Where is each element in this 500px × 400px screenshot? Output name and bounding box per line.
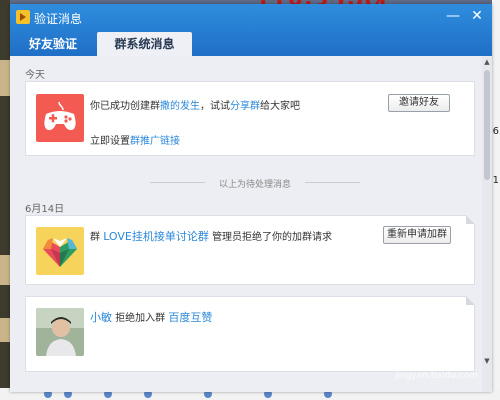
divider-label: 以上为待处理消息	[218, 180, 291, 190]
tab-friend-verification[interactable]: 好友验证	[10, 32, 96, 56]
background-side-number: 1	[492, 175, 499, 186]
watermark-logo: Baidu经验	[375, 350, 459, 369]
title-bar[interactable]: 验证消息 — ✕ 好友验证 群系统消息	[10, 4, 492, 56]
pending-divider: 以上为待处理消息	[150, 177, 360, 190]
gamepad-icon	[36, 94, 84, 142]
background-strip	[0, 60, 10, 96]
speaker-icon	[16, 10, 30, 24]
tab-bar: 好友验证 群系统消息	[10, 32, 492, 56]
declined-message-text: 小敏 拒绝加入群 百度互赞	[90, 309, 212, 325]
message-text: ，试试	[200, 101, 230, 112]
message-text: 你已成功创建群	[90, 101, 160, 112]
invite-friends-button[interactable]: 邀请好友	[388, 94, 450, 112]
created-message-text: 你已成功创建群撒的发生，试试分享群给大家吧	[90, 97, 300, 112]
group-link[interactable]: 撒的发生	[160, 101, 200, 112]
window-title: 验证消息	[34, 12, 83, 26]
background-strip	[0, 255, 10, 285]
message-text: 立即设置	[90, 136, 130, 147]
share-group-link[interactable]: 分享群	[230, 101, 260, 112]
user-avatar[interactable]	[36, 308, 84, 356]
section-label-date: 6月14日	[25, 204, 65, 215]
tab-group-system-messages[interactable]: 群系统消息	[97, 32, 192, 56]
love-group-link[interactable]: LOVE挂机接单讨论群	[103, 230, 209, 243]
background-side-number: 6	[492, 126, 499, 137]
promo-link[interactable]: 群推广链接	[130, 136, 180, 147]
scroll-up-icon[interactable]: ▲	[483, 58, 491, 66]
rejected-message-text: 群 LOVE挂机接单讨论群 管理员拒绝了你的加群请求	[90, 228, 332, 244]
background-right-edge	[492, 0, 500, 400]
message-text: 拒绝加入群	[115, 313, 166, 324]
message-list: 今天 你已成功创建群撒的发生，试试分享群给大家吧 立即设置群推广链接 邀请好友 …	[10, 56, 492, 392]
promo-text: 立即设置群推广链接	[90, 132, 180, 147]
reapply-button[interactable]: 重新申请加群	[383, 226, 451, 244]
user-link[interactable]: 小敏	[90, 311, 112, 324]
close-icon[interactable]: ✕	[466, 6, 488, 26]
message-card-join-rejected: 群 LOVE挂机接单讨论群 管理员拒绝了你的加群请求 重新申请加群	[25, 215, 475, 285]
background-left-edge	[0, 0, 10, 400]
message-text: 群	[90, 232, 100, 243]
message-text: 管理员拒绝了你的加群请求	[212, 232, 333, 243]
heart-icon	[36, 227, 84, 275]
message-card-group-created: 你已成功创建群撒的发生，试试分享群给大家吧 立即设置群推广链接 邀请好友	[25, 81, 475, 156]
scrollbar[interactable]: ▲ ▼	[482, 56, 492, 392]
section-label-today: 今天	[25, 70, 45, 81]
minimize-icon[interactable]: —	[442, 6, 464, 26]
background-strip	[0, 318, 10, 342]
scroll-thumb[interactable]	[484, 70, 490, 180]
message-text: 给大家吧	[260, 101, 300, 112]
verification-messages-window: 验证消息 — ✕ 好友验证 群系统消息 今天 你已成功创建群撒的发生，试试分享群…	[10, 4, 492, 392]
watermark-url: jingyan.baidu.com	[395, 371, 479, 381]
baidu-watermark: Baidu经验 jingyan.baidu.com	[375, 346, 485, 386]
baidu-group-link[interactable]: 百度互赞	[168, 311, 212, 324]
